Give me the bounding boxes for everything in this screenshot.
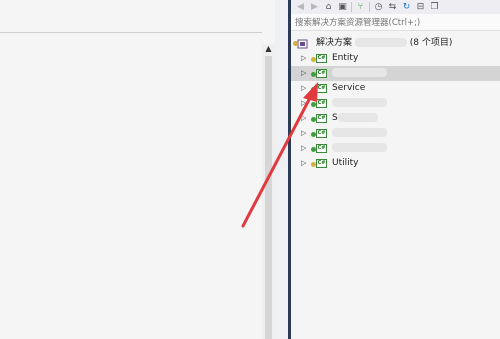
expand-arrow-icon[interactable]: ▷ xyxy=(301,126,306,141)
git-icon[interactable]: ⑂ xyxy=(355,2,366,13)
project-node[interactable]: ▷ C# Service xyxy=(291,81,500,96)
project-name: Service xyxy=(332,83,366,93)
solution-icon xyxy=(297,39,308,49)
collapse-all-icon[interactable]: ⊟ xyxy=(415,2,426,13)
redacted-text xyxy=(332,128,387,137)
project-label: Utility xyxy=(332,156,358,171)
history-icon[interactable]: ◷ xyxy=(373,2,384,13)
sync-view-icon[interactable]: ▣ xyxy=(337,2,348,13)
project-node[interactable]: ▷ C# xyxy=(291,96,500,111)
project-label xyxy=(332,96,387,111)
project-node[interactable]: ▷ C# xyxy=(291,126,500,141)
project-name: Utility xyxy=(332,158,359,168)
forward-icon[interactable]: ▶ xyxy=(309,2,320,13)
back-icon[interactable]: ◀ xyxy=(295,2,306,13)
refresh-icon[interactable]: ↻ xyxy=(401,2,412,13)
redacted-text xyxy=(332,68,387,77)
expand-arrow-icon[interactable]: ▷ xyxy=(301,156,306,171)
solution-node[interactable]: 解决方案 (8 个项目) xyxy=(291,36,500,51)
show-all-files-icon[interactable]: ❐ xyxy=(429,2,440,13)
csharp-project-icon: C# xyxy=(316,114,327,123)
project-label xyxy=(332,66,387,81)
project-node[interactable]: ▷ C# S xyxy=(291,111,500,126)
expand-arrow-icon[interactable]: ▷ xyxy=(301,141,306,156)
project-node[interactable]: ▷ C# Entity xyxy=(291,51,500,66)
csharp-project-icon: C# xyxy=(316,159,327,168)
search-input[interactable] xyxy=(295,16,495,29)
editor-canvas[interactable] xyxy=(0,33,262,339)
explorer-search-bar xyxy=(291,14,500,31)
project-label: S xyxy=(332,111,378,126)
redacted-text xyxy=(332,143,387,152)
csharp-project-icon: C# xyxy=(316,69,327,78)
project-node[interactable]: ▷ C# xyxy=(291,66,500,81)
expand-arrow-icon[interactable]: ▷ xyxy=(301,51,306,66)
scrollbar-thumb[interactable] xyxy=(265,56,272,339)
switch-view-icon[interactable]: ⇆ xyxy=(387,2,398,13)
explorer-toolbar: ◀ ▶ ⌂ ▣ ⑂ ◷ ⇆ ↻ ⊟ ❐ xyxy=(291,0,500,14)
project-label xyxy=(332,126,387,141)
csharp-project-icon: C# xyxy=(316,84,327,93)
source-control-dot xyxy=(293,41,298,46)
project-label: Entity xyxy=(332,51,358,66)
toolbar-separator xyxy=(351,2,352,12)
expand-arrow-icon[interactable]: ▷ xyxy=(301,66,306,81)
expand-arrow-icon[interactable]: ▷ xyxy=(301,111,306,126)
project-label: Service xyxy=(332,81,365,96)
expand-arrow-icon[interactable]: ▷ xyxy=(301,96,306,111)
scroll-up-icon[interactable]: ▲ xyxy=(262,44,275,54)
expand-arrow-icon[interactable]: ▷ xyxy=(301,81,306,96)
project-label xyxy=(332,141,387,156)
solution-label-prefix: 解决方案 xyxy=(316,38,353,48)
csharp-project-icon: C# xyxy=(316,54,327,63)
redacted-text xyxy=(354,38,407,47)
home-icon[interactable]: ⌂ xyxy=(323,2,334,13)
project-node[interactable]: ▷ C# xyxy=(291,141,500,156)
solution-label-suffix: (8 个项目) xyxy=(409,38,453,48)
project-name: Entity xyxy=(332,53,359,63)
csharp-project-icon: C# xyxy=(316,144,327,153)
csharp-project-icon: C# xyxy=(316,129,327,138)
solution-label: 解决方案 (8 个项目) xyxy=(316,36,452,51)
panel-gap xyxy=(275,0,288,339)
solution-tree: 解决方案 (8 个项目) ▷ C# Entity ▷ C# ▷ C# Service ▷ C# ▷ C… xyxy=(291,36,500,171)
vertical-scrollbar[interactable]: ▲ xyxy=(262,44,275,339)
solution-explorer: ◀ ▶ ⌂ ▣ ⑂ ◷ ⇆ ↻ ⊟ ❐ 解决方案 (8 个项目) ▷ C# Enti… xyxy=(291,0,500,339)
project-node[interactable]: ▷ C# Utility xyxy=(291,156,500,171)
redacted-text xyxy=(332,98,387,107)
csharp-project-icon: C# xyxy=(316,99,327,108)
project-name: S xyxy=(332,113,338,123)
editor-area: ▲ xyxy=(0,0,288,339)
redacted-text xyxy=(337,113,378,122)
toolbar-separator xyxy=(369,2,370,12)
